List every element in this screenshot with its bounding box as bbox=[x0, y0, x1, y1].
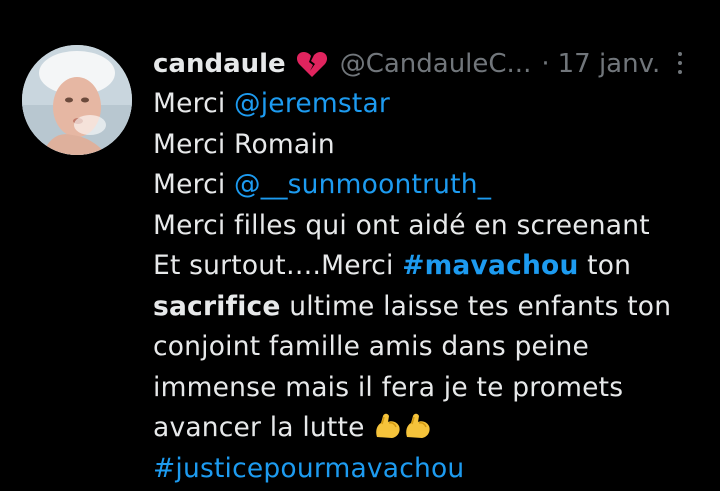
text-segment: Merci Romain bbox=[153, 128, 335, 160]
tweet-date[interactable]: 17 janv. bbox=[558, 49, 661, 79]
tweet-line: sacrifice ultime laisse tes enfants ton bbox=[153, 287, 713, 328]
text-segment: Merci bbox=[153, 88, 235, 119]
text-segment: Merci filles qui ont aidé en screenant bbox=[153, 209, 650, 241]
dot bbox=[678, 61, 682, 65]
avatar[interactable] bbox=[22, 45, 132, 155]
tweet[interactable]: candaule @CandauleC... · 17 janv. Merci … bbox=[0, 0, 720, 491]
display-name[interactable]: candaule bbox=[153, 49, 286, 79]
text-segment: Et surtout….Merci bbox=[153, 250, 403, 281]
tweet-line: #justicepourmavachou bbox=[153, 449, 713, 490]
more-options-icon[interactable] bbox=[668, 48, 692, 78]
tweet-content: candaule @CandauleC... · 17 janv. Merci … bbox=[153, 44, 713, 489]
tweet-header: candaule @CandauleC... · 17 janv. bbox=[153, 44, 713, 84]
tweet-line: Et surtout….Merci #mavachou ton bbox=[153, 246, 713, 287]
hashtag-justicepourmavachou[interactable]: #justicepourmavachou bbox=[153, 453, 464, 484]
text-segment: Merci bbox=[153, 169, 235, 200]
separator-dot: · bbox=[541, 49, 550, 79]
tweet-line: Merci Romain bbox=[153, 125, 713, 166]
tweet-line: conjoint famille amis dans peine bbox=[153, 327, 713, 368]
tweet-line: immense mais il fera je te promets bbox=[153, 368, 713, 409]
text-segment: conjoint famille amis dans peine bbox=[153, 331, 590, 362]
text-segment: ton bbox=[578, 250, 632, 281]
text-segment: immense mais il fera je te promets bbox=[153, 371, 624, 403]
flexed-biceps-icon bbox=[373, 411, 403, 441]
dot bbox=[678, 52, 682, 56]
user-handle[interactable]: @CandauleC... bbox=[340, 49, 532, 79]
bold-word: sacrifice bbox=[153, 290, 281, 322]
broken-heart-icon bbox=[296, 49, 328, 79]
mention-jeremstar[interactable]: @jeremstar bbox=[234, 88, 390, 119]
tweet-line: Merci @jeremstar bbox=[153, 84, 713, 125]
text-segment: avancer la lutte bbox=[153, 412, 374, 443]
tweet-line: Merci @__sunmoontruth_ bbox=[153, 165, 713, 206]
tweet-line: avancer la lutte bbox=[153, 408, 713, 449]
text-segment: ultime laisse tes enfants ton bbox=[280, 290, 672, 322]
tweet-text: Merci @jeremstar Merci Romain Merci @__s… bbox=[153, 84, 713, 489]
tweet-line: Merci filles qui ont aidé en screenant bbox=[153, 206, 713, 247]
flexed-biceps-icon bbox=[403, 411, 433, 441]
dot bbox=[678, 70, 682, 74]
hashtag-mavachou[interactable]: #mavachou bbox=[402, 250, 578, 281]
mention-sunmoontruth[interactable]: @__sunmoontruth_ bbox=[234, 169, 491, 200]
